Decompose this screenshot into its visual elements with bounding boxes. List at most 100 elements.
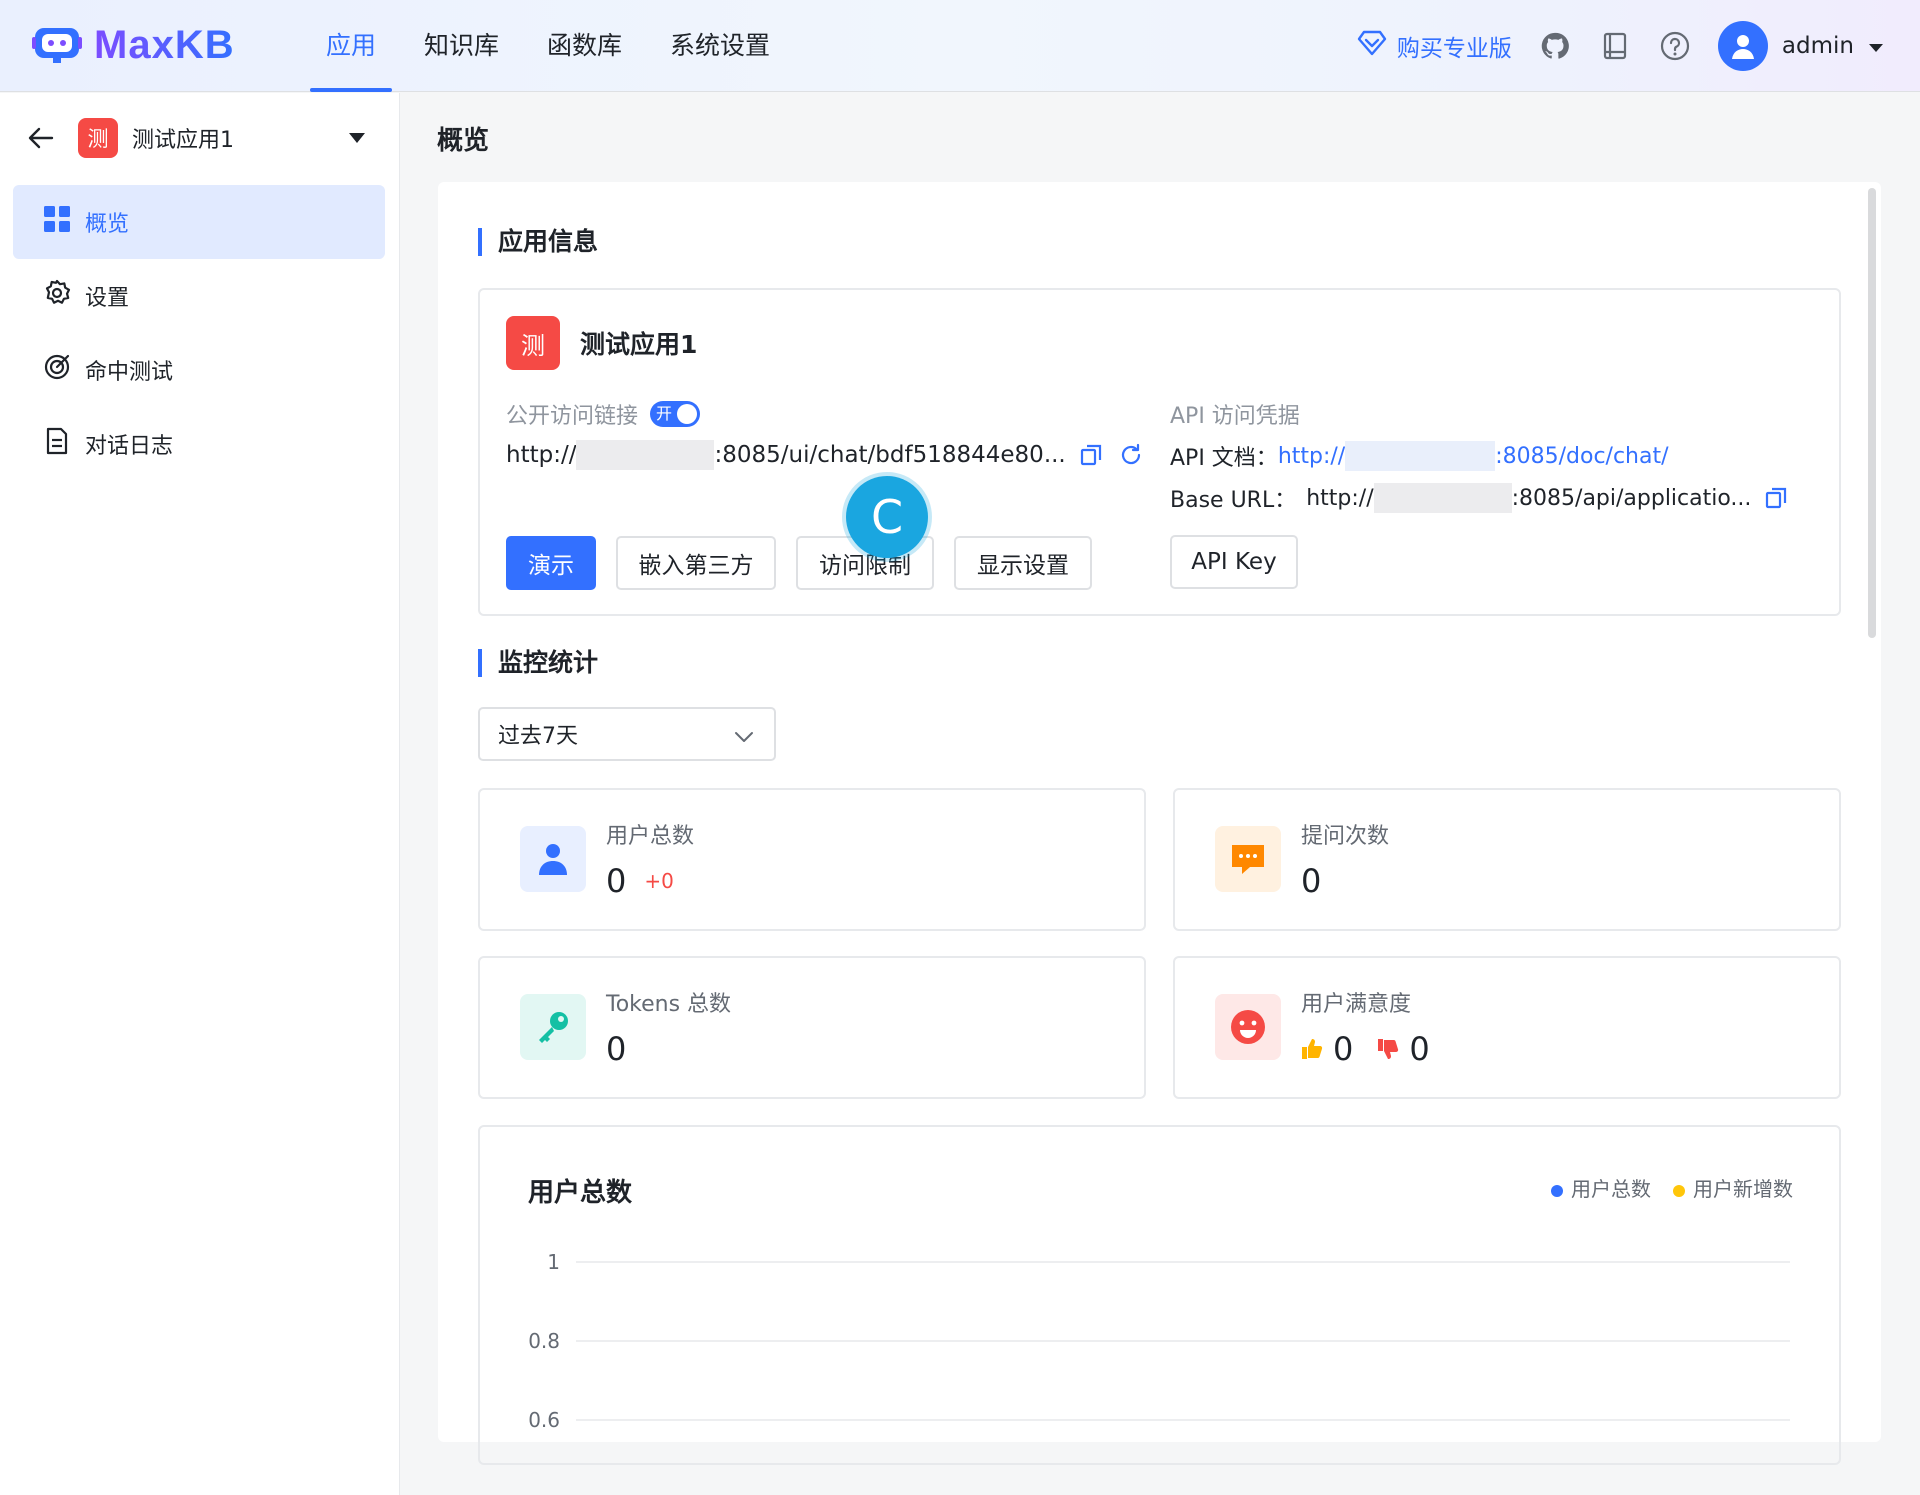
- dislike-count: 0: [1409, 1030, 1430, 1068]
- like-count: 0: [1333, 1030, 1354, 1068]
- avatar: [1717, 21, 1768, 71]
- key-icon: [520, 994, 586, 1060]
- api-title: API 访问凭据: [1170, 404, 1300, 429]
- grid-icon: [43, 205, 71, 239]
- copy-icon[interactable]: [1763, 485, 1789, 511]
- thumbs-down-icon: [1377, 1030, 1399, 1068]
- stat-value: 0: [606, 862, 627, 900]
- sidebar: 测 测试应用1 概览 设置 命中测试 对话日志: [0, 93, 400, 1495]
- api-doc-label: API 文档：: [1170, 446, 1278, 471]
- stat-card-tokens: Tokens 总数 0: [478, 956, 1146, 1099]
- page-title: 概览: [437, 126, 490, 156]
- copy-icon[interactable]: [1078, 442, 1104, 468]
- stat-value-row: 0 +0: [606, 862, 674, 900]
- sidebar-item-overview[interactable]: 概览: [13, 185, 385, 259]
- app-info-title: 应用信息: [478, 228, 598, 256]
- main-nav: 应用 知识库 函数库 系统设置: [302, 0, 794, 92]
- app-info-card: 测 测试应用1 公开访问链接 开 http:// :8085/ui/chat/b…: [478, 288, 1841, 616]
- y-tick-label: 0.6: [528, 1408, 560, 1432]
- redacted-host: [1345, 441, 1496, 471]
- y-tick-label: 1: [547, 1250, 560, 1274]
- stat-value: 0: [606, 1030, 627, 1068]
- public-link-label: 公开访问链接: [506, 404, 639, 429]
- sidebar-item-settings[interactable]: 设置: [13, 259, 385, 333]
- time-range-value: 过去7天: [498, 724, 578, 749]
- stat-value-row: 0: [606, 1030, 626, 1068]
- sidebar-item-label: 设置: [85, 286, 130, 311]
- help-icon[interactable]: [1658, 29, 1692, 63]
- robot-logo-icon: [32, 22, 82, 68]
- stat-label: 提问次数: [1301, 824, 1390, 849]
- nav-settings[interactable]: 系统设置: [646, 0, 794, 92]
- stat-value-row: 0 0: [1301, 1030, 1430, 1068]
- stat-label: Tokens 总数: [606, 992, 732, 1017]
- user-menu[interactable]: admin: [1717, 21, 1884, 71]
- diamond-icon: [1357, 30, 1387, 62]
- buy-pro-label: 购买专业版: [1396, 36, 1512, 62]
- api-doc-link-prefix[interactable]: http://: [1278, 444, 1345, 469]
- base-url-label: Base URL：: [1170, 488, 1297, 513]
- app-badge: 测: [506, 316, 560, 370]
- api-doc-row: API 文档： http:// :8085/doc/chat/: [1170, 440, 1810, 472]
- loading-indicator: C: [846, 476, 928, 558]
- document-icon: [43, 427, 71, 461]
- public-url-prefix: http://: [506, 442, 577, 468]
- stat-label: 用户总数: [606, 824, 695, 849]
- back-arrow-icon[interactable]: [26, 123, 56, 153]
- nav-knowledge[interactable]: 知识库: [400, 0, 523, 92]
- chart-plot: 1 0.8 0.6: [528, 1250, 1790, 1432]
- demo-button[interactable]: 演示: [506, 536, 596, 590]
- chevron-down-icon: [734, 725, 754, 750]
- api-doc-link-suffix[interactable]: :8085/doc/chat/: [1495, 444, 1668, 469]
- sidebar-item-label: 对话日志: [85, 434, 174, 459]
- app-dropdown-icon[interactable]: [348, 129, 366, 148]
- time-range-select[interactable]: 过去7天: [478, 707, 776, 761]
- target-icon: [43, 353, 71, 387]
- github-icon[interactable]: [1538, 29, 1572, 63]
- sidebar-menu: 概览 设置 命中测试 对话日志: [13, 185, 385, 481]
- public-url-row: http:// :8085/ui/chat/bdf518844e80...: [506, 440, 1144, 470]
- refresh-icon[interactable]: [1118, 442, 1144, 468]
- app-info-name: 测试应用1: [580, 330, 698, 359]
- stat-card-users: 用户总数 0 +0: [478, 788, 1146, 931]
- logo-text: MaxKB: [94, 22, 235, 67]
- nav-functions[interactable]: 函数库: [523, 0, 646, 92]
- redacted-host: [1373, 483, 1512, 513]
- stat-value-row: 0: [1301, 862, 1321, 900]
- redacted-host: [576, 440, 715, 470]
- app-switcher: 测 测试应用1: [26, 117, 376, 159]
- stat-delta: +0: [644, 869, 674, 893]
- public-link-row: 公开访问链接 开: [506, 398, 701, 430]
- scrollbar[interactable]: [1868, 188, 1876, 638]
- sidebar-item-label: 概览: [85, 212, 130, 237]
- public-link-toggle[interactable]: 开: [650, 401, 701, 427]
- base-url-prefix: http://: [1306, 485, 1374, 511]
- username: admin: [1781, 33, 1854, 59]
- app-badge: 测: [78, 118, 118, 158]
- public-url-suffix: :8085/ui/chat/bdf518844e80...: [714, 442, 1066, 468]
- gear-icon: [43, 279, 71, 313]
- embed-button[interactable]: 嵌入第三方: [616, 536, 776, 590]
- logo[interactable]: MaxKB: [32, 22, 235, 68]
- sidebar-item-hit-test[interactable]: 命中测试: [13, 333, 385, 407]
- base-url-suffix: :8085/api/applicatio...: [1511, 485, 1752, 511]
- thumbs-up-icon: [1301, 1030, 1323, 1068]
- buy-pro-link[interactable]: 购买专业版: [1357, 29, 1512, 63]
- display-settings-button[interactable]: 显示设置: [954, 536, 1092, 590]
- stat-card-satisfaction: 用户满意度 0 0: [1173, 956, 1841, 1099]
- header-actions: 购买专业版 admin: [1357, 18, 1884, 74]
- top-header: MaxKB 应用 知识库 函数库 系统设置 购买专业版 admin: [0, 0, 1920, 92]
- app-info-header: 测 测试应用1: [506, 316, 697, 370]
- stat-card-questions: 提问次数 0: [1173, 788, 1841, 931]
- docs-book-icon[interactable]: [1598, 29, 1632, 63]
- api-key-button[interactable]: API Key: [1170, 535, 1298, 589]
- base-url-row: Base URL： http:// :8085/api/applicatio..…: [1170, 482, 1810, 514]
- users-chart-card: 用户总数 用户总数 用户新增数 1 0.8 0.6: [478, 1125, 1841, 1465]
- nav-apps[interactable]: 应用: [302, 0, 400, 92]
- api-credentials: API 访问凭据 API 文档： http:// :8085/doc/chat/…: [1170, 398, 1810, 514]
- y-tick-label: 0.8: [528, 1329, 560, 1353]
- sidebar-item-chat-log[interactable]: 对话日志: [13, 407, 385, 481]
- caret-down-icon: [1868, 33, 1884, 59]
- stat-value: 0: [1301, 862, 1322, 900]
- monitor-title: 监控统计: [478, 649, 598, 677]
